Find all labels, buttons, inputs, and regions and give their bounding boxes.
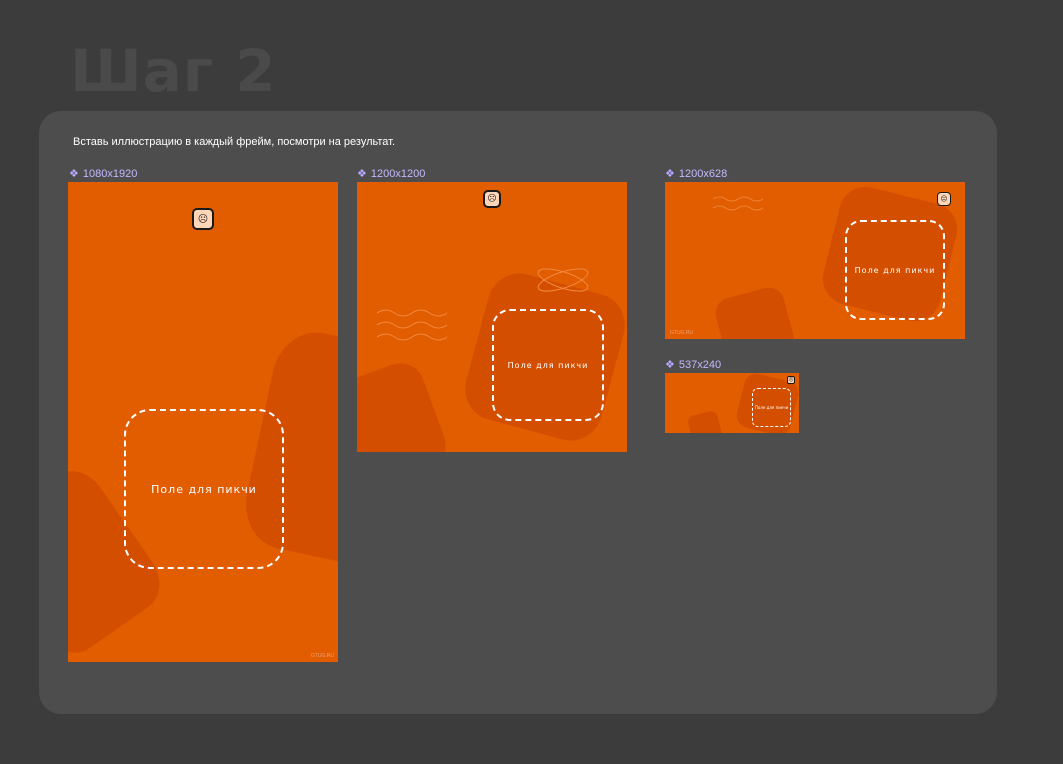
instruction-text: Вставь иллюстрацию в каждый фрейм, посмо… bbox=[73, 136, 396, 148]
background-shape bbox=[712, 284, 798, 339]
site-label: GTUG.RU bbox=[310, 653, 334, 659]
frame-label-537x240[interactable]: ❖ 537x240 bbox=[665, 358, 722, 372]
frame-1080x1920[interactable]: ☹ Поле для пикчи GTUG.RU bbox=[68, 182, 338, 662]
frame-label-text: 1200x628 bbox=[678, 167, 728, 180]
component-icon: ❖ bbox=[665, 359, 675, 371]
component-icon: ❖ bbox=[357, 168, 367, 180]
orbit-decoration bbox=[537, 268, 589, 292]
frame-label-text: 1200x1200 bbox=[370, 167, 426, 180]
frame-label-1080x1920[interactable]: ❖ 1080x1920 bbox=[69, 167, 138, 181]
mascot-logo-icon: ☹ bbox=[937, 192, 951, 206]
mascot-logo-icon: ☹ bbox=[483, 190, 501, 208]
frame-label-1200x628[interactable]: ❖ 1200x628 bbox=[665, 167, 728, 181]
mascot-logo-icon: ☹ bbox=[787, 376, 795, 384]
image-placeholder[interactable]: Поле для пикчи bbox=[845, 220, 945, 320]
wave-decoration bbox=[713, 196, 763, 211]
frame-1200x628[interactable]: ☹ Поле для пикчи GTUG.RU bbox=[665, 182, 965, 339]
site-label: GTUG.RU bbox=[670, 330, 694, 336]
image-placeholder[interactable]: Поле для пикчи bbox=[492, 309, 604, 421]
component-icon: ❖ bbox=[69, 168, 79, 180]
frame-label-1200x1200[interactable]: ❖ 1200x1200 bbox=[357, 167, 426, 181]
background-shape bbox=[357, 356, 453, 452]
frame-label-text: 1080x1920 bbox=[82, 167, 138, 180]
mascot-logo-icon: ☹ bbox=[192, 208, 214, 230]
frame-label-text: 537x240 bbox=[678, 358, 722, 371]
background-shape bbox=[686, 409, 724, 433]
wave-decoration bbox=[377, 309, 447, 341]
step-title: Шаг 2 bbox=[70, 37, 277, 105]
image-placeholder[interactable]: Поле для пикчи bbox=[752, 388, 791, 427]
frame-537x240[interactable]: ☹ Поле для пикчи bbox=[665, 373, 799, 433]
image-placeholder[interactable]: Поле для пикчи bbox=[124, 409, 284, 569]
frame-1200x1200[interactable]: ☹ Поле для пикчи bbox=[357, 182, 627, 452]
component-icon: ❖ bbox=[665, 168, 675, 180]
